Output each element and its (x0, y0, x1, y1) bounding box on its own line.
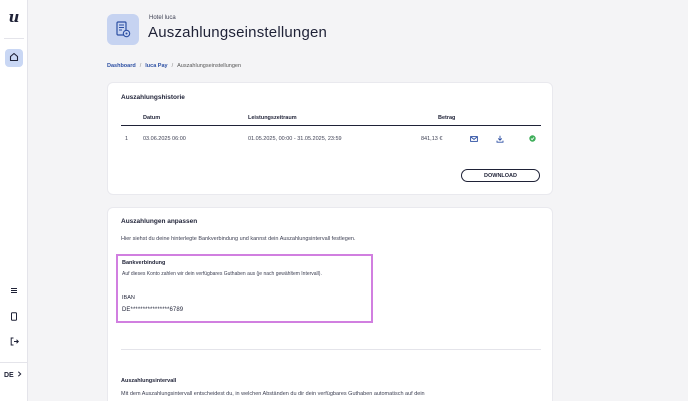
venue-name: Hotel luca (149, 15, 176, 21)
column-header-date: Datum (143, 115, 161, 121)
divider (0, 362, 28, 363)
adjust-payouts-card: Auszahlungen anpassen Hier siehst du dei… (107, 207, 553, 401)
language-label: DE (4, 371, 14, 379)
column-header-period: Leistungszeitraum (248, 115, 297, 121)
breadcrumb-luca-pay[interactable]: luca Pay (145, 63, 167, 69)
sidebar: u DE (0, 0, 28, 401)
iban-label: IBAN (122, 295, 135, 301)
payout-history-card: Auszahlungshistorie Datum Leistungszeitr… (107, 82, 553, 195)
divider (121, 349, 541, 350)
row-date: 03.06.2025 06:00 (143, 136, 186, 142)
section-title: Auszahlungen anpassen (121, 218, 198, 225)
interval-description: Mit dem Auszahlungsintervall entscheides… (121, 391, 425, 397)
bank-title: Bankverbindung (122, 260, 166, 266)
settings-document-icon (107, 14, 139, 45)
mail-icon[interactable] (469, 134, 478, 143)
download-icon[interactable] (495, 134, 504, 143)
breadcrumb-separator: / (139, 63, 142, 69)
section-title: Auszahlungshistorie (121, 94, 185, 101)
bank-connection-box: Bankverbindung Auf dieses Konto zahlen w… (116, 254, 373, 323)
row-amount: 841,13 € (421, 136, 443, 142)
row-period: 01.05.2025, 00:00 - 31.05.2025, 23:59 (248, 136, 342, 142)
interval-title: Auszahlungsintervall (121, 378, 177, 384)
column-header-amount: Betrag (438, 115, 456, 121)
download-button[interactable]: DOWNLOAD (461, 169, 540, 182)
row-index: 1 (125, 136, 129, 142)
breadcrumb-dashboard[interactable]: Dashboard (107, 63, 136, 69)
language-switcher[interactable]: DE (4, 371, 22, 379)
breadcrumb-separator: / (171, 63, 174, 69)
home-icon (9, 49, 19, 67)
section-description: Hier siehst du deine hinterlegte Bankver… (121, 236, 356, 242)
breadcrumb: Dashboard / luca Pay / Auszahlungseinste… (107, 63, 241, 69)
chevron-right-icon (17, 371, 22, 379)
nav-home-button[interactable] (5, 49, 23, 67)
app-logo[interactable]: u (6, 8, 22, 26)
iban-value: DE****************6789 (122, 307, 184, 313)
table-divider (121, 125, 541, 126)
breadcrumb-current: Auszahlungseinstellungen (177, 63, 242, 69)
divider (4, 38, 24, 39)
bank-description: Auf dieses Konto zahlen wir dein verfügb… (122, 271, 322, 277)
menu-icon[interactable] (7, 283, 21, 297)
logout-icon[interactable] (7, 334, 21, 348)
success-check-icon (528, 134, 537, 143)
page-title: Auszahlungseinstellungen (148, 24, 328, 41)
device-icon[interactable] (7, 309, 21, 323)
